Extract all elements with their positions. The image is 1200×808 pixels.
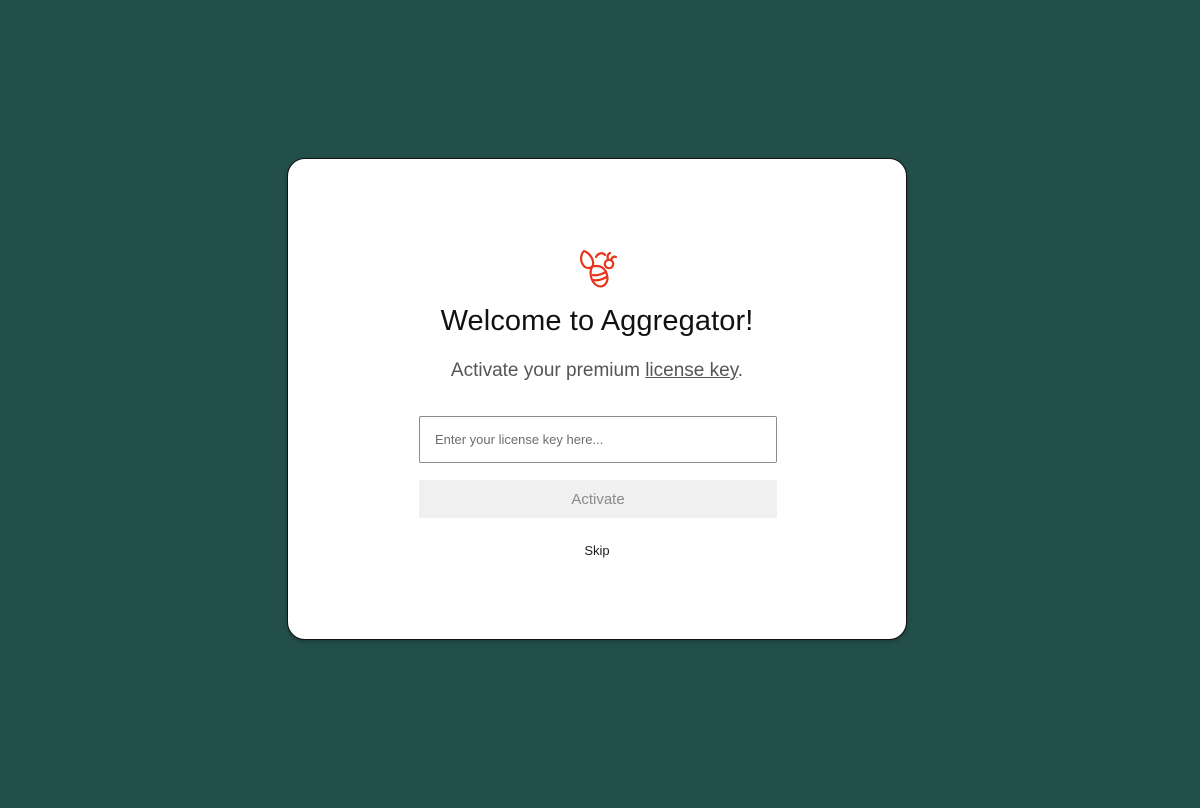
skip-container: Skip	[288, 543, 906, 558]
subtitle-text: Activate your premium	[450, 360, 646, 381]
subtitle-suffix: .	[737, 360, 744, 381]
bee-icon	[578, 245, 618, 293]
skip-link[interactable]: Skip	[584, 543, 609, 558]
license-key-input[interactable]	[419, 416, 777, 463]
welcome-modal: Welcome to Aggregator! Activate your pre…	[287, 158, 907, 640]
modal-subtitle: Activate your premium license key.	[288, 360, 906, 382]
license-key-link[interactable]: license key	[645, 360, 738, 381]
modal-title: Welcome to Aggregator!	[440, 305, 754, 337]
activate-button[interactable]: Activate	[419, 480, 777, 518]
